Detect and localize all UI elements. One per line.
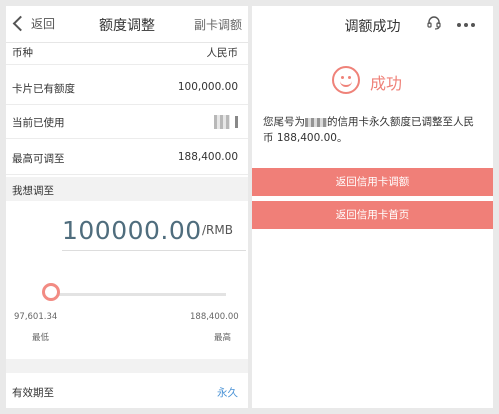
row-label: 卡片已有额度 — [12, 83, 75, 95]
row-existing-limit: 卡片已有额度 100,000.00 — [6, 72, 248, 105]
section-title: 我想调至 — [12, 185, 54, 197]
row-used: 当前已使用 — [6, 106, 248, 139]
slider-track[interactable] — [46, 293, 226, 296]
section-header: 我想调至 — [6, 177, 248, 201]
header-bar: 返回 额度调整 副卡调额 — [6, 6, 248, 43]
slider-min-label: 最低 — [32, 333, 50, 343]
success-label: 成功 — [370, 74, 403, 93]
amount-input[interactable]: 100000.00 — [62, 216, 202, 245]
message-prefix: 您尾号为 — [263, 116, 305, 128]
amount-underline — [62, 250, 246, 251]
slider-min-value: 97,601.34 — [14, 312, 58, 322]
masked-card-number — [305, 117, 327, 127]
masked-value — [235, 116, 238, 128]
back-to-adjust-button[interactable]: 返回信用卡调额 — [252, 168, 493, 196]
adjust-limit-panel: 币种 人民币 返回 额度调整 副卡调额 卡片已有额度 100,000.00 当前… — [6, 6, 248, 408]
row-label: 最高可调至 — [12, 153, 65, 165]
row-max-limit: 最高可调至 188,400.00 — [6, 142, 248, 175]
divider — [6, 359, 248, 373]
back-to-home-button[interactable]: 返回信用卡首页 — [252, 201, 493, 229]
row-validity[interactable]: 有效期至 永久 — [6, 373, 248, 408]
more-icon[interactable] — [457, 23, 475, 27]
validity-value[interactable]: 永久 — [217, 385, 238, 400]
slider-max-label: 最高 — [214, 333, 232, 343]
row-label: 币种 — [12, 47, 33, 59]
success-panel: 调额成功 成功 您尾号为 的信用卡永久额度已调整至人民币 188,400.00。 … — [252, 6, 493, 408]
amount-unit: /RMB — [202, 223, 233, 237]
slider-max-value: 188,400.00 — [190, 312, 239, 322]
success-message: 您尾号为 的信用卡永久额度已调整至人民币 188,400.00。 — [263, 114, 483, 146]
row-label: 有效期至 — [12, 387, 54, 399]
headset-icon[interactable] — [427, 16, 441, 30]
row-value: 人民币 — [206, 47, 239, 59]
slider-thumb[interactable] — [42, 283, 61, 301]
smile-icon — [332, 66, 360, 94]
header-bar: 调额成功 — [252, 6, 493, 42]
row-value: 100,000.00 — [177, 81, 238, 93]
secondary-card-adjust-link[interactable]: 副卡调额 — [194, 16, 242, 33]
row-value: 188,400.00 — [177, 151, 238, 163]
row-label: 当前已使用 — [12, 117, 65, 129]
masked-value — [214, 115, 230, 129]
